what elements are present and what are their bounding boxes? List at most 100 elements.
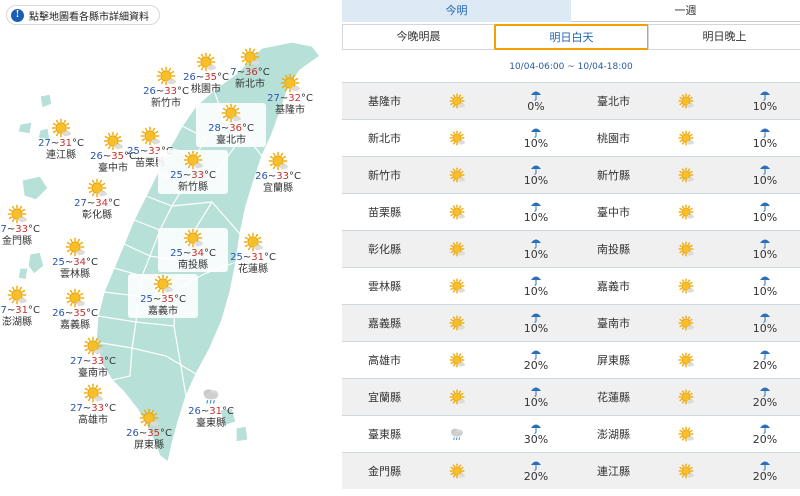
forecast-panel: 今明 一週 今晚明晨 明日白天 明日晚上 10/04-06:00 ~ 10/04… bbox=[342, 0, 800, 489]
county-name[interactable]: 臺南市 bbox=[597, 315, 630, 331]
county-name[interactable]: 苗栗縣 bbox=[368, 204, 401, 220]
forecast-cell[interactable]: 臺東縣 30% bbox=[342, 416, 571, 452]
table-row: 雲林縣 10% 嘉義市 10% bbox=[342, 267, 800, 304]
forecast-cell[interactable]: 新竹縣 10% bbox=[571, 157, 800, 193]
rain-percent: 10% bbox=[523, 211, 549, 224]
forecast-cell[interactable]: 臺南市 10% bbox=[571, 305, 800, 341]
city-name: 臺北市 bbox=[216, 135, 246, 146]
city-temp: 25~31°C bbox=[230, 252, 276, 263]
county-name[interactable]: 嘉義縣 bbox=[368, 315, 401, 331]
map-city[interactable]: 25~33°C 新竹縣 bbox=[158, 150, 228, 194]
temp-high: 33 bbox=[15, 224, 28, 235]
county-name[interactable]: 雲林縣 bbox=[368, 278, 401, 294]
forecast-cell[interactable]: 彰化縣 10% bbox=[342, 231, 571, 267]
temp-high: 33 bbox=[191, 170, 204, 181]
sunny-icon bbox=[449, 204, 465, 224]
temp-low: 26 bbox=[255, 171, 268, 182]
map-city[interactable]: 27~33°C 臺南市 bbox=[58, 336, 128, 380]
forecast-cell[interactable]: 嘉義市 10% bbox=[571, 268, 800, 304]
county-name[interactable]: 宜蘭縣 bbox=[368, 389, 401, 405]
umbrella-icon bbox=[530, 160, 542, 175]
sunny-icon bbox=[449, 315, 465, 335]
temp-low: 27 bbox=[70, 356, 83, 367]
map-city[interactable]: 26~35°C 屏東縣 bbox=[114, 408, 184, 452]
county-name[interactable]: 臺東縣 bbox=[368, 426, 401, 442]
tab-week[interactable]: 一週 bbox=[571, 0, 800, 22]
map-city[interactable]: 28~36°C 臺北市 bbox=[196, 103, 266, 147]
county-name[interactable]: 新北市 bbox=[368, 130, 401, 146]
map-city[interactable]: 25~31°C 花蓮縣 bbox=[218, 232, 288, 276]
forecast-cell[interactable]: 高雄市 20% bbox=[342, 342, 571, 378]
county-name[interactable]: 嘉義市 bbox=[597, 278, 630, 294]
forecast-cell[interactable]: 宜蘭縣 10% bbox=[342, 379, 571, 415]
county-name[interactable]: 桃園市 bbox=[597, 130, 630, 146]
rain-probability: 10% bbox=[745, 271, 785, 298]
sunny-icon bbox=[268, 151, 288, 171]
tab-tonight[interactable]: 今晚明晨 bbox=[342, 24, 495, 50]
map-hint-text: 點擊地圖看各縣市詳細資料 bbox=[29, 11, 149, 23]
umbrella-icon bbox=[759, 123, 771, 138]
forecast-cell[interactable]: 澎湖縣 20% bbox=[571, 416, 800, 452]
forecast-cell[interactable]: 新竹市 10% bbox=[342, 157, 571, 193]
forecast-cell[interactable]: 臺中市 10% bbox=[571, 194, 800, 230]
rain-percent: 20% bbox=[752, 470, 778, 483]
county-name[interactable]: 新竹市 bbox=[368, 167, 401, 183]
tab-today[interactable]: 今明 bbox=[342, 0, 571, 22]
county-name[interactable]: 新竹縣 bbox=[597, 167, 630, 183]
umbrella-icon bbox=[530, 271, 542, 286]
city-temp: 27~32°C bbox=[267, 93, 313, 104]
sunny-icon bbox=[678, 204, 694, 224]
tab-tomorrow-night[interactable]: 明日晚上 bbox=[648, 24, 800, 50]
forecast-cell[interactable]: 基隆市 0% bbox=[342, 83, 571, 119]
forecast-cell[interactable]: 花蓮縣 20% bbox=[571, 379, 800, 415]
map-city[interactable]: 26~35°C 嘉義縣 bbox=[40, 288, 110, 332]
sunny-icon bbox=[678, 241, 694, 261]
county-name[interactable]: 臺北市 bbox=[597, 93, 630, 109]
sunny-icon bbox=[449, 463, 465, 483]
county-name[interactable]: 高雄市 bbox=[368, 352, 401, 368]
table-row: 嘉義縣 10% 臺南市 10% bbox=[342, 304, 800, 341]
forecast-cell[interactable]: 桃園市 10% bbox=[571, 120, 800, 156]
forecast-cell[interactable]: 苗栗縣 10% bbox=[342, 194, 571, 230]
sunny-icon bbox=[449, 278, 465, 298]
umbrella-icon bbox=[759, 86, 771, 101]
county-name[interactable]: 連江縣 bbox=[597, 463, 630, 479]
umbrella-icon bbox=[530, 86, 542, 101]
temp-high: 32 bbox=[288, 93, 301, 104]
map-city[interactable]: 25~35°C 嘉義市 bbox=[128, 274, 198, 318]
umbrella-icon bbox=[759, 382, 771, 397]
rain-probability: 10% bbox=[516, 197, 556, 224]
county-name[interactable]: 澎湖縣 bbox=[597, 426, 630, 442]
county-name[interactable]: 臺中市 bbox=[597, 204, 630, 220]
county-name[interactable]: 南投縣 bbox=[597, 241, 630, 257]
county-name[interactable]: 彰化縣 bbox=[368, 241, 401, 257]
sunny-icon bbox=[678, 93, 694, 113]
county-name[interactable]: 基隆市 bbox=[368, 93, 401, 109]
city-temp: 27~33°C bbox=[70, 356, 116, 367]
forecast-cell[interactable]: 嘉義縣 10% bbox=[342, 305, 571, 341]
county-name[interactable]: 花蓮縣 bbox=[597, 389, 630, 405]
county-name[interactable]: 金門縣 bbox=[368, 463, 401, 479]
forecast-cell[interactable]: 南投縣 10% bbox=[571, 231, 800, 267]
map-city[interactable]: 26~33°C 宜蘭縣 bbox=[243, 151, 313, 195]
rain-probability: 10% bbox=[745, 234, 785, 261]
tab-tomorrow-day[interactable]: 明日白天 bbox=[494, 24, 649, 50]
forecast-cell[interactable]: 雲林縣 10% bbox=[342, 268, 571, 304]
forecast-cell[interactable]: 連江縣 20% bbox=[571, 453, 800, 489]
sunny-icon bbox=[7, 285, 27, 305]
map-city[interactable]: 26~31°C 臺東縣 bbox=[176, 386, 246, 430]
map-city[interactable]: 25~34°C 雲林縣 bbox=[40, 237, 110, 281]
city-temp: 25~33°C bbox=[170, 170, 216, 181]
forecast-cell[interactable]: 新北市 10% bbox=[342, 120, 571, 156]
temp-low: 25 bbox=[140, 294, 153, 305]
rain-probability: 10% bbox=[516, 271, 556, 298]
rain-percent: 10% bbox=[752, 285, 778, 298]
county-name[interactable]: 屏東縣 bbox=[597, 352, 630, 368]
rain-probability: 20% bbox=[745, 382, 785, 409]
sunny-icon bbox=[7, 204, 27, 224]
forecast-cell[interactable]: 金門縣 20% bbox=[342, 453, 571, 489]
map-city[interactable]: 27~34°C 彰化縣 bbox=[62, 178, 132, 222]
forecast-cell[interactable]: 屏東縣 20% bbox=[571, 342, 800, 378]
rain-probability: 10% bbox=[516, 234, 556, 261]
forecast-cell[interactable]: 臺北市 10% bbox=[571, 83, 800, 119]
